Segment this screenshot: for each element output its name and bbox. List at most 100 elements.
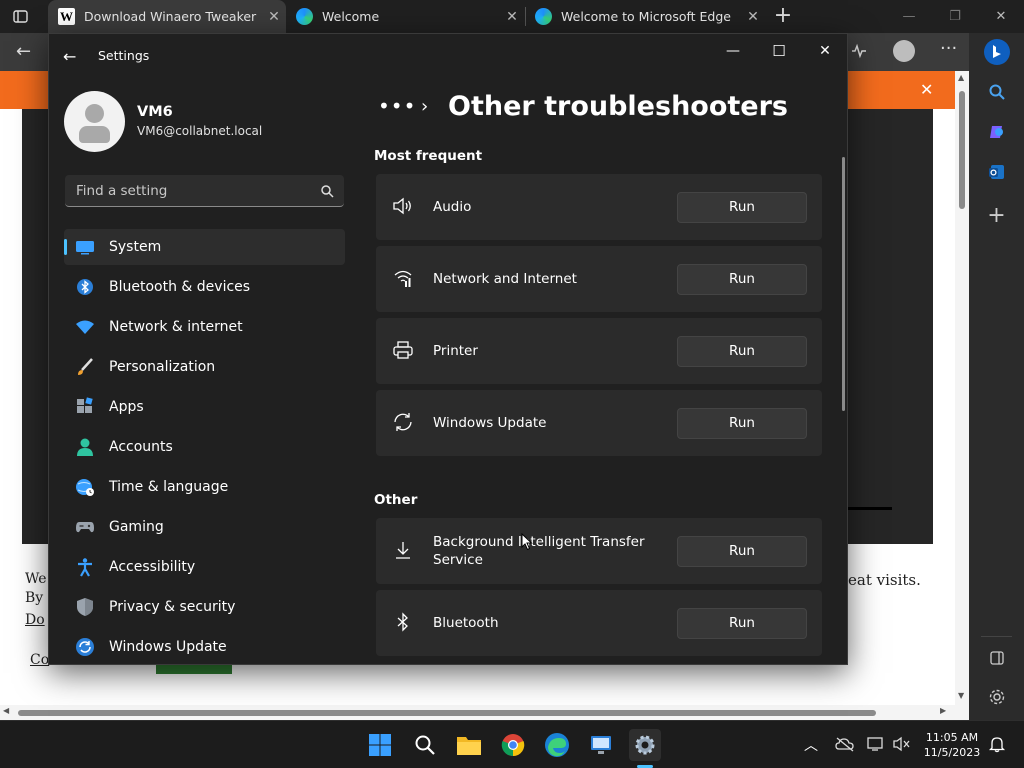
breadcrumb-separator: › <box>421 96 429 117</box>
troubleshooter-card-windows-update: Windows Update Run <box>376 390 822 456</box>
add-sidebar-app-icon[interactable]: + <box>969 203 1024 228</box>
remote-desktop-icon[interactable] <box>585 729 617 761</box>
minimize-button[interactable]: — <box>710 40 756 62</box>
content-scrollbar[interactable] <box>842 157 845 411</box>
scrollbar-thumb[interactable] <box>959 91 965 209</box>
find-setting-search-input[interactable]: Find a setting <box>65 175 344 207</box>
edge-icon[interactable] <box>541 729 573 761</box>
copilot-app-icon[interactable] <box>969 123 1024 145</box>
run-windows-update-button[interactable]: Run <box>677 408 807 439</box>
run-audio-button[interactable]: Run <box>677 192 807 223</box>
nav-item-accessibility[interactable]: Accessibility <box>64 549 345 585</box>
tray-overflow-chevron-icon[interactable]: ︿ <box>804 735 818 755</box>
page-text-fragment: We <box>25 571 47 587</box>
edge-sidebar: + <box>969 33 1024 720</box>
scroll-left-icon[interactable]: ◀ <box>3 706 9 715</box>
hide-sidebar-icon[interactable] <box>969 650 1024 670</box>
tab-actions-icon[interactable] <box>12 8 29 25</box>
bluetooth-devices-icon <box>74 276 96 298</box>
back-arrow-icon[interactable]: ← <box>63 47 83 66</box>
troubleshooter-card-bluetooth: Bluetooth Run <box>376 590 822 656</box>
nav-item-time-language[interactable]: Time & language <box>64 469 345 505</box>
nav-item-label: Personalization <box>109 359 216 375</box>
network-wifi-icon <box>74 316 96 338</box>
page-link-fragment[interactable]: Co <box>30 652 49 668</box>
sidebar-settings-icon[interactable] <box>969 688 1024 710</box>
scroll-down-icon[interactable]: ▼ <box>958 691 964 700</box>
chrome-icon[interactable] <box>497 729 529 761</box>
settings-gear-icon[interactable] <box>629 729 661 761</box>
cloud-offline-icon[interactable] <box>835 736 855 752</box>
avatar[interactable] <box>64 91 125 152</box>
troubleshooter-label: Background Intelligent Transfer Service <box>433 534 645 568</box>
troubleshooter-label: Network and Internet <box>433 271 577 287</box>
page-link-fragment[interactable]: Do <box>25 612 45 628</box>
browser-minimize-button[interactable]: — <box>886 0 932 33</box>
tab-close-icon[interactable]: ✕ <box>500 9 524 25</box>
file-explorer-icon[interactable] <box>453 729 485 761</box>
system-clock[interactable]: 11:05 AM 11/5/2023 <box>922 730 982 760</box>
run-printer-button[interactable]: Run <box>677 336 807 367</box>
mouse-cursor-icon <box>521 532 533 555</box>
breadcrumb-overflow-button[interactable]: ••• <box>378 94 416 118</box>
troubleshooter-card-printer: Printer Run <box>376 318 822 384</box>
nav-item-label: Windows Update <box>109 639 227 655</box>
brush-icon <box>74 356 96 378</box>
apps-icon <box>74 396 96 418</box>
window-title: Settings <box>98 48 150 63</box>
network-display-icon[interactable] <box>867 736 887 752</box>
run-network-button[interactable]: Run <box>677 264 807 295</box>
copilot-icon[interactable] <box>969 38 1024 70</box>
troubleshooter-label: Windows Update <box>433 415 547 431</box>
browser-close-button[interactable]: ✕ <box>978 0 1024 33</box>
nav-item-bluetooth-devices[interactable]: Bluetooth & devices <box>64 269 345 305</box>
nav-item-accounts[interactable]: Accounts <box>64 429 345 465</box>
tab-close-icon[interactable]: ✕ <box>262 9 286 25</box>
bluetooth-icon <box>392 611 414 633</box>
run-bits-button[interactable]: Run <box>677 536 807 567</box>
new-tab-button[interactable]: + <box>770 3 796 28</box>
tab-welcome-to-microsoft-edge[interactable]: Welcome to Microsoft Edge ✕ <box>525 0 765 33</box>
page-text-fragment: eat visits. <box>848 571 921 589</box>
nav-item-network-internet[interactable]: Network & internet <box>64 309 345 345</box>
browser-restore-button[interactable]: ❐ <box>932 0 978 33</box>
scroll-right-icon[interactable]: ▶ <box>940 706 946 715</box>
tab-close-icon[interactable]: ✕ <box>741 9 765 25</box>
nav-item-label: Time & language <box>109 479 229 495</box>
scroll-up-icon[interactable]: ▲ <box>958 73 964 82</box>
nav-item-label: Apps <box>109 399 144 415</box>
windows-start-icon[interactable] <box>364 729 396 761</box>
green-button-fragment[interactable] <box>156 664 232 674</box>
nav-item-label: Accessibility <box>109 559 196 575</box>
notification-bell-icon[interactable] <box>988 735 1006 753</box>
tab-download-winaero-tweaker[interactable]: W Download Winaero Tweaker ✕ <box>48 0 286 33</box>
back-arrow-icon[interactable]: ← <box>16 41 31 62</box>
avatar-body <box>79 126 110 143</box>
volume-muted-icon[interactable] <box>893 736 911 752</box>
scrollbar-thumb[interactable] <box>18 710 876 716</box>
search-icon[interactable] <box>969 83 1024 105</box>
banner-close-icon[interactable]: ✕ <box>920 80 933 99</box>
underline-decoration <box>848 507 892 510</box>
run-bluetooth-button[interactable]: Run <box>677 608 807 639</box>
nav-item-gaming[interactable]: Gaming <box>64 509 345 545</box>
outlook-icon[interactable] <box>969 163 1024 185</box>
tab-welcome[interactable]: Welcome ✕ <box>286 0 524 33</box>
nav-item-apps[interactable]: Apps <box>64 389 345 425</box>
nav-item-system[interactable]: System <box>64 229 345 265</box>
troubleshooter-card-network-internet: Network and Internet Run <box>376 246 822 312</box>
troubleshooter-card-bits: Background Intelligent Transfer Service … <box>376 518 822 584</box>
more-menu-icon[interactable]: ··· <box>940 38 957 59</box>
page-vertical-scrollbar[interactable]: ▲ ▼ <box>955 71 969 705</box>
browser-essentials-icon[interactable] <box>850 42 868 60</box>
page-title: Other troubleshooters <box>448 91 788 122</box>
taskbar: ︿ 11:05 AM 11/5/2023 <box>0 720 1024 768</box>
close-button[interactable]: ✕ <box>802 40 847 62</box>
search-icon[interactable] <box>409 729 441 761</box>
maximize-button[interactable]: ☐ <box>756 40 802 62</box>
page-horizontal-scrollbar[interactable]: ◀ ▶ <box>0 705 969 720</box>
nav-item-personalization[interactable]: Personalization <box>64 349 345 385</box>
nav-item-windows-update[interactable]: Windows Update <box>64 629 345 664</box>
nav-item-privacy-security[interactable]: Privacy & security <box>64 589 345 625</box>
profile-avatar-icon[interactable] <box>893 40 915 62</box>
